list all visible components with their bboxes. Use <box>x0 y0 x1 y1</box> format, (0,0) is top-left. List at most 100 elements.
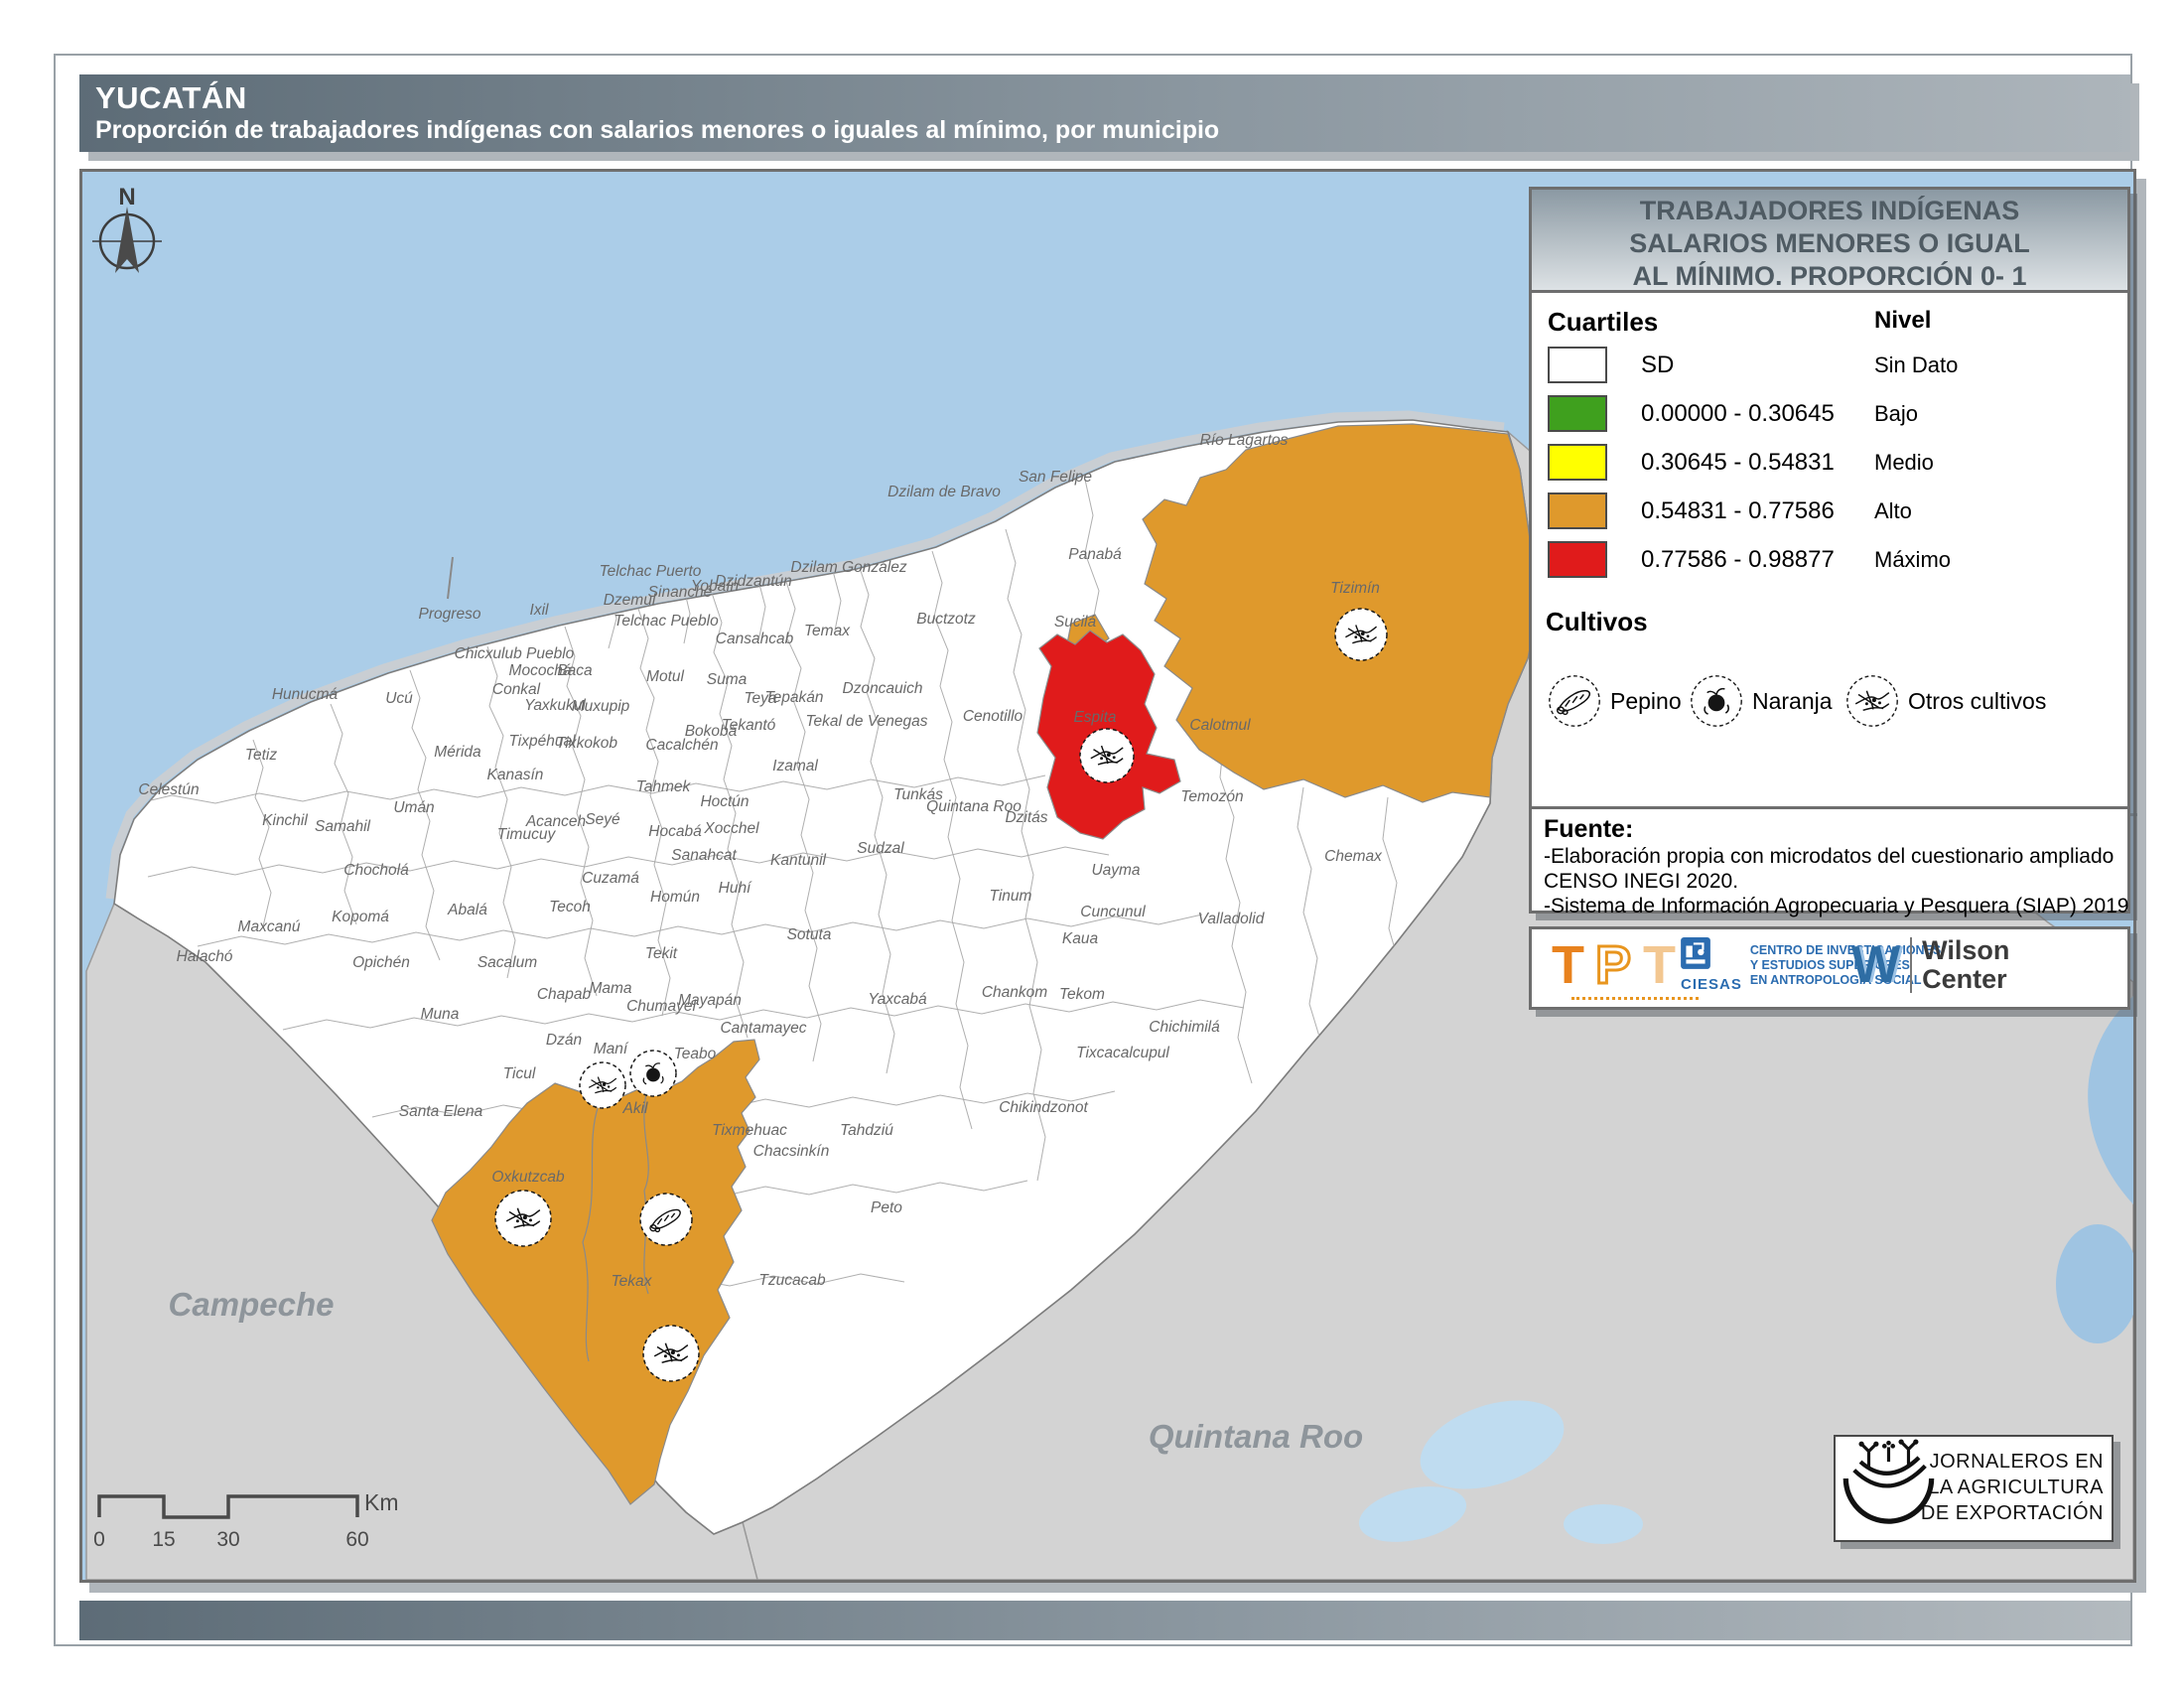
scale-tick-15: 15 <box>152 1528 175 1551</box>
compass-north-label: N <box>118 184 135 211</box>
municipality-label: Hocabá <box>648 823 702 840</box>
municipality-label: Tetiz <box>245 747 277 764</box>
municipality-label: Dzilam González <box>790 559 906 576</box>
municipality-label: Mayapán <box>678 992 742 1009</box>
municipality-label: Celestún <box>138 781 199 798</box>
otros-cultivos-icon <box>1844 673 1900 729</box>
pepino-icon <box>1547 673 1602 729</box>
municipality-label: Chacsinkín <box>753 1143 830 1160</box>
scale-unit-label: Km <box>364 1489 399 1515</box>
cultivo-label: Pepino <box>1610 688 1682 715</box>
municipality-label: Maní <box>594 1041 629 1057</box>
municipality-label: Xocchel <box>703 820 759 837</box>
municipality-label: Ticul <box>503 1065 536 1082</box>
municipality-label: Chocholá <box>343 862 409 879</box>
municipality-label: Dzán <box>546 1032 582 1049</box>
legend-range: 0.54831 - 0.77586 <box>1641 492 1835 529</box>
cultivos-title: Cultivos <box>1546 607 1648 637</box>
municipality-label: Chankom <box>982 984 1047 1001</box>
municipality-label: Teabo <box>674 1046 717 1062</box>
municipality-label: Kanasín <box>487 767 544 783</box>
municipality-label: Chapab <box>537 986 592 1003</box>
municipality-label: Chichimilá <box>1149 1019 1220 1036</box>
municipality-label: Santa Elena <box>399 1103 483 1120</box>
legend-range: SD <box>1641 347 1674 383</box>
tpt-logo-icon: T P T <box>1550 937 1689 995</box>
municipality-label: Temozón <box>1180 788 1243 805</box>
pepino-icon: Pepino <box>1547 673 1682 729</box>
wilson-w-icon: W <box>1851 935 1900 995</box>
municipality-label: Muxupip <box>572 698 630 715</box>
legend-row: 0.30645 - 0.54831Medio <box>1532 444 2127 481</box>
municipality-label: Tixmehuac <box>712 1122 787 1139</box>
jornaleros-text: JORNALEROS ENLA AGRICULTURADE EXPORTACIÓ… <box>1921 1449 2104 1526</box>
jornaleros-text-line: JORNALEROS EN <box>1921 1449 2104 1475</box>
wilson-divider <box>1910 937 1912 993</box>
tpt-tagline <box>1571 997 1699 1000</box>
municipality-label: Sudzal <box>857 840 904 857</box>
municipality-label: San Felipe <box>1019 469 1092 486</box>
municipality-label: Sanahcat <box>671 847 737 864</box>
municipality-label: Tekit <box>645 945 678 962</box>
municipality-label: Progreso <box>419 606 481 623</box>
legend-col-cuartiles: Cuartiles <box>1548 307 1658 338</box>
ciesas-logo-icon <box>1681 937 1710 971</box>
municipality-label: Uayma <box>1091 862 1140 879</box>
municipality-label: Hoctún <box>700 793 749 810</box>
legend-swatch <box>1548 492 1607 529</box>
map-frame: CampecheQuintana RooProgresoIxilChicxulu… <box>79 169 2136 1583</box>
municipality-label: Tixcacalcupul <box>1076 1045 1169 1061</box>
municipality-label: Calotmul <box>1189 717 1251 734</box>
wilson-name-line: Wilson <box>1922 936 2009 965</box>
municipality-label: Telchac Puerto <box>600 563 702 580</box>
municipality-label: Espita <box>1073 709 1116 726</box>
municipality-label: Suma <box>707 671 748 688</box>
legend-panel: TRABAJADORES INDÍGENAS SALARIOS MENORES … <box>1529 187 2130 809</box>
municipality-label: Chicxulub Pueblo <box>455 645 575 662</box>
lagoon <box>1564 1504 1643 1544</box>
legend-swatch <box>1548 444 1607 481</box>
municipality-label: Dzitás <box>1005 809 1047 826</box>
legend-swatch <box>1548 347 1607 383</box>
legend-row: 0.54831 - 0.77586Alto <box>1532 492 2127 529</box>
legend-swatch <box>1548 541 1607 578</box>
otros-cultivos-icon <box>495 1191 551 1246</box>
cultivo-label: Naranja <box>1752 688 1833 715</box>
otros-cultivos-icon: Otros cultivos <box>1844 673 2046 729</box>
municipality-label: Ucú <box>385 690 413 707</box>
legend-range: 0.00000 - 0.30645 <box>1641 395 1835 432</box>
logos-panel: T P T CIESAS CENTRO DE INVESTIGACIONESY … <box>1529 926 2130 1010</box>
municipality-label: Buctzotz <box>916 611 976 628</box>
municipality-label: Río Lagartos <box>1200 432 1289 449</box>
municipality-label: Motul <box>646 668 684 685</box>
municipality-label: Sucilá <box>1054 614 1097 631</box>
jornaleros-text-line: LA AGRICULTURA <box>1921 1475 2104 1500</box>
municipality-label: Tekom <box>1059 986 1105 1003</box>
tpt-letter: P <box>1595 937 1631 995</box>
municipality-label: Tzucacab <box>758 1272 826 1289</box>
source-line: -Sistema de Información Agropecuaria y P… <box>1544 894 2116 918</box>
jornaleros-logo-box: JORNALEROS ENLA AGRICULTURADE EXPORTACIÓ… <box>1834 1435 2114 1542</box>
municipality-label: Yaxcabá <box>868 991 927 1008</box>
legend-level: Sin Dato <box>1874 351 1958 380</box>
municipality-label: Tizimín <box>1330 580 1380 597</box>
municipality-label: Seyé <box>585 811 620 828</box>
municipality-label: Cantamayec <box>720 1020 806 1037</box>
source-panel: Fuente: -Elaboración propia con microdat… <box>1529 806 2130 914</box>
naranja-icon: Naranja <box>1689 673 1833 729</box>
municipality-label: Muna <box>421 1006 460 1023</box>
municipality-label: Kopomá <box>332 909 389 925</box>
municipality-label: Huhí <box>719 880 752 897</box>
source-line: CENSO INEGI 2020. <box>1544 869 2116 894</box>
municipality-label: Tepakán <box>765 689 824 706</box>
municipality-label: Panabá <box>1068 546 1122 563</box>
municipality-label: Valladolid <box>1198 911 1266 927</box>
legend-row: SD Sin Dato <box>1532 347 2127 383</box>
municipality-label: Umán <box>393 799 434 816</box>
municipality-label: Cuncunul <box>1080 904 1146 920</box>
municipality-label: Tekal de Venegas <box>806 713 928 730</box>
ciesas-acronym: CIESAS <box>1681 976 1742 993</box>
legend-title-line: TRABAJADORES INDÍGENAS <box>1532 195 2127 227</box>
municipality-label: Tecoh <box>549 899 591 915</box>
footer-bar <box>79 1601 2130 1640</box>
